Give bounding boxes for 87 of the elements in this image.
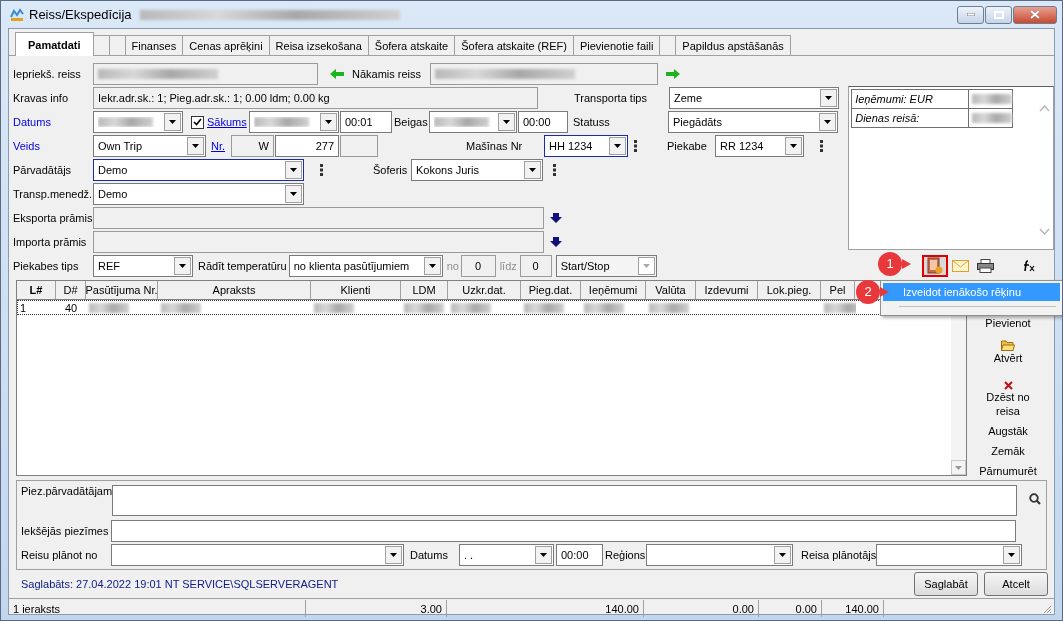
status-cell: 140.00	[447, 600, 644, 617]
summary-label: Dienas reisā:	[852, 109, 970, 127]
number-prefix-field: W	[231, 135, 274, 157]
field-label: Reisu plānot no	[21, 549, 99, 561]
column-header[interactable]: D#	[56, 281, 86, 299]
dialog-button[interactable]: Saglabāt	[914, 572, 978, 596]
tab[interactable]: Pievienotie faili	[573, 35, 661, 55]
column-header[interactable]: Uzkr.dat.	[448, 281, 521, 299]
dialog-button[interactable]: Atcelt	[984, 572, 1048, 596]
column-header[interactable]: L#	[17, 281, 56, 299]
field-label: Piez.pārvadātājam	[21, 485, 113, 497]
status-cell: 140.00	[822, 600, 884, 617]
summary-label: Ieņēmumi: EUR	[852, 90, 970, 108]
column-header[interactable]: Klienti	[311, 281, 401, 299]
column-header[interactable]: Lok.pieg.	[758, 281, 821, 299]
side-button[interactable]: Pievienot	[973, 316, 1043, 330]
manager-dropdown[interactable]: Demo	[93, 183, 304, 205]
field-label: Transporta tips	[574, 92, 648, 104]
field-label: Beigas	[394, 116, 429, 128]
status-cell: 3.00	[306, 600, 447, 617]
field-label: Veids	[13, 140, 41, 152]
transport-type-dropdown[interactable]: Zeme	[669, 87, 839, 109]
field-label: Nākamis reiss	[352, 68, 423, 80]
side-button[interactable]: Zemāk	[973, 444, 1043, 458]
side-button[interactable]: Pārnumurēt	[973, 464, 1043, 478]
side-button[interactable]: Atvērt	[973, 340, 1043, 365]
status-cell: 0.00	[644, 600, 759, 617]
type-dropdown[interactable]: Own Trip	[93, 135, 206, 157]
field-label: līdz	[499, 260, 518, 272]
field-label: Datums	[13, 116, 52, 128]
tab[interactable]: Papildus apstāšanās	[676, 35, 791, 55]
field-label: Kravas info	[13, 92, 70, 104]
driver-dropdown[interactable]: Kokons Juris	[411, 159, 543, 181]
field-label: Iekšējās piezīmes	[21, 525, 110, 537]
tab[interactable]: Šofera atskaite (REF)	[455, 35, 574, 55]
status-cell: 0.00	[759, 600, 822, 617]
tab[interactable]: Finanses	[125, 35, 184, 55]
column-header[interactable]: Ieņēmumi	[581, 281, 646, 299]
status-cell: 1 ieraksts	[9, 600, 306, 617]
table-cell: 1	[20, 301, 27, 314]
field-label: Šoferis	[373, 164, 409, 176]
field-label: Piekabe	[667, 140, 708, 152]
plan-date-dropdown[interactable]: . .	[459, 544, 554, 566]
number-link[interactable]: Nr.	[211, 140, 231, 152]
field-label: Eksporta prāmis	[13, 212, 93, 224]
tab[interactable]: Šofera atskaite	[368, 35, 456, 55]
field-label: Rādīt temperatūru	[198, 260, 287, 272]
column-header[interactable]: Valūta	[646, 281, 696, 299]
field-label: Iepriekš. reiss	[13, 68, 82, 80]
table-cell: 40	[65, 301, 78, 314]
truck-dropdown[interactable]: HH 1234	[544, 135, 628, 157]
field-label: Pārvadātājs	[13, 164, 73, 176]
field-label: Mašīnas Nr	[466, 140, 524, 152]
side-button[interactable]: Augstāk	[973, 424, 1043, 438]
tab[interactable]: Cenas aprēķini	[183, 35, 270, 55]
field-label: Reģions	[605, 549, 646, 561]
column-header[interactable]: Izdevumi	[696, 281, 758, 299]
column-header[interactable]: Pieg.dat.	[521, 281, 581, 299]
column-header[interactable]: Apraksts	[158, 281, 311, 299]
saved-info: Saglabāts: 27.04.2022 19:01 NT SERVICE\SQLSERVERAGENT	[21, 578, 339, 590]
side-button[interactable]: Dzēst no reisa	[973, 381, 1043, 418]
trailer-dropdown[interactable]: RR 1234	[715, 135, 804, 157]
cargo-info-field: Iekr.adr.sk.: 1; Pieg.adr.sk.: 1; 0.00 ldm; 0.00 kg	[93, 87, 538, 109]
temperature-from-field[interactable]: 0	[460, 255, 496, 277]
field-label: Importa prāmis	[13, 236, 88, 248]
start-link[interactable]: Sākums	[207, 116, 249, 128]
plan-time-field[interactable]: 00:00	[556, 544, 603, 566]
column-header[interactable]: LDM	[401, 281, 448, 299]
column-header[interactable]: Pasūtījuma Nr.	[86, 281, 158, 299]
carrier-dropdown[interactable]: Demo	[93, 159, 304, 181]
field-label: Statuss	[573, 116, 611, 128]
field-label: Transp.menedž.	[13, 188, 93, 200]
tab[interactable]: Pamatdati	[15, 32, 94, 56]
temperature-to-field[interactable]: 0	[519, 255, 552, 277]
trailer-type-dropdown[interactable]: REF	[93, 255, 193, 277]
field-label: no	[446, 260, 460, 272]
temperature-dropdown[interactable]: no klienta pasūtījumiem	[288, 255, 443, 277]
field-label: Reisa plānotājs	[801, 549, 877, 561]
number-field[interactable]: 277	[275, 135, 339, 157]
window-title: Reiss/Ekspedīcija	[29, 7, 132, 22]
status-dropdown[interactable]: Piegādāts	[668, 111, 838, 133]
start-time-field[interactable]: 00:01	[340, 111, 392, 133]
field-label: Piekabes tips	[13, 260, 80, 272]
tab[interactable]: Reisa izsekošana	[269, 35, 369, 55]
column-header[interactable]: Pel	[821, 281, 855, 299]
field-label: Datums	[410, 549, 449, 561]
end-time-field[interactable]: 00:00	[518, 111, 568, 133]
